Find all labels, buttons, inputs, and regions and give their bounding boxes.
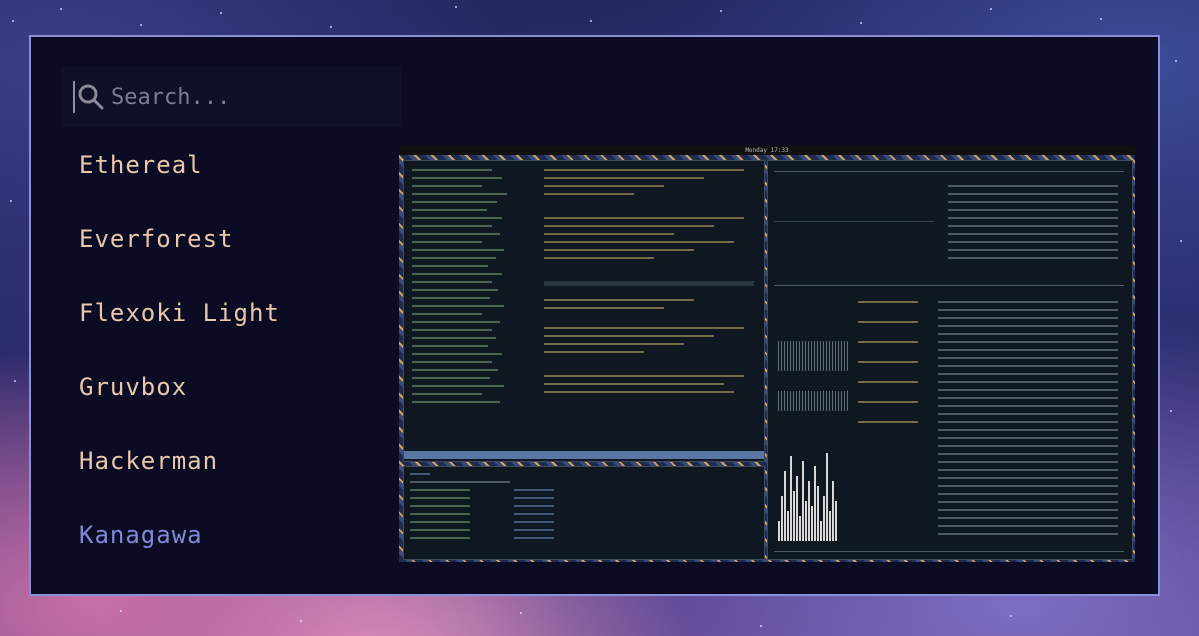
theme-item-ethereal[interactable]: Ethereal (79, 142, 280, 216)
preview-clock: Monday 17:33 (745, 147, 789, 154)
theme-item-gruvbox[interactable]: Gruvbox (79, 364, 280, 438)
theme-item-kanagawa[interactable]: Kanagawa (79, 512, 280, 586)
search-input[interactable] (109, 83, 373, 111)
search-bar[interactable] (61, 67, 401, 127)
preview-monitor-pane (767, 160, 1133, 560)
preview-network-graph (778, 451, 837, 541)
theme-item-everforest[interactable]: Everforest (79, 216, 280, 290)
theme-picker-window: Ethereal Everforest Flexoki Light Gruvbo… (29, 35, 1160, 596)
preview-topbar: Monday 17:33 (399, 146, 1135, 155)
theme-preview-image: Monday 17:33 (399, 146, 1135, 562)
preview-editor-pane (403, 160, 765, 462)
preview-terminal-pane (403, 466, 765, 560)
search-icon (78, 84, 104, 110)
text-cursor (73, 81, 75, 113)
theme-item-hackerman[interactable]: Hackerman (79, 438, 280, 512)
theme-item-flexoki-light[interactable]: Flexoki Light (79, 290, 280, 364)
theme-list: Ethereal Everforest Flexoki Light Gruvbo… (79, 142, 280, 586)
